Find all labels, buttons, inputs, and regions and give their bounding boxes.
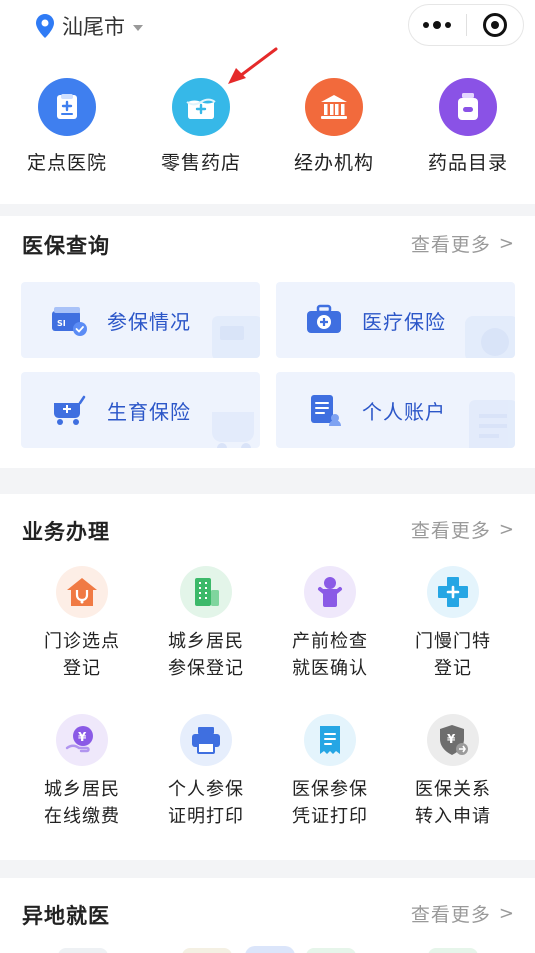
more-link-label: 查看更多 xyxy=(410,520,491,542)
partial-icon xyxy=(182,948,232,953)
medicine-bottle-icon xyxy=(439,78,497,136)
miniprogram-capsule xyxy=(408,4,524,46)
card-watermark-icon xyxy=(212,412,254,448)
close-miniprogram-button[interactable] xyxy=(466,4,523,46)
quick-nav-label: 药品目录 xyxy=(427,152,508,174)
svg-text:¥: ¥ xyxy=(78,730,87,744)
quick-nav: 定点医院 零售药店 经办机构 药品目录 xyxy=(0,47,535,204)
service-label: 城乡居民 参保登记 xyxy=(168,631,244,679)
target-close-icon xyxy=(482,13,507,37)
service-label: 产前检查 就医确认 xyxy=(292,631,368,679)
quick-nav-institution[interactable]: 经办机构 xyxy=(269,78,399,175)
service-transfer-application[interactable]: ¥ 医保关系 转入申请 xyxy=(391,714,515,830)
service-clinic-registration[interactable]: 门诊选点 登记 xyxy=(20,566,144,682)
medical-kit-icon xyxy=(304,300,344,340)
partial-icon xyxy=(58,948,108,953)
more-menu-button[interactable] xyxy=(409,4,466,46)
more-dot-icon xyxy=(445,22,452,28)
chevron-right-icon: > xyxy=(498,903,515,924)
baby-icon xyxy=(304,566,356,618)
remote-more-link[interactable]: 查看更多 > xyxy=(411,900,515,927)
card-watermark-icon xyxy=(465,316,515,358)
card-medical-insurance[interactable]: 医疗保险 xyxy=(276,282,515,358)
section-title: 医保查询 xyxy=(22,234,110,258)
service-label: 门慢门特 登记 xyxy=(415,631,491,679)
receipt-icon xyxy=(304,714,356,766)
business-section: 业务办理 查看更多 > 门诊选点 登记 城乡居民 参保登记 产前检查 就医确认 … xyxy=(0,494,535,860)
more-dot-icon xyxy=(433,21,442,29)
card-watermark-icon xyxy=(469,400,515,448)
quick-nav-label: 经办机构 xyxy=(293,152,374,174)
quick-nav-pharmacy[interactable]: 零售药店 xyxy=(136,78,266,175)
hospital-icon xyxy=(38,78,96,136)
quick-nav-label: 零售药店 xyxy=(160,152,241,174)
card-label: 医疗保险 xyxy=(362,309,446,334)
svg-text:SI: SI xyxy=(57,319,66,328)
business-more-link[interactable]: 查看更多 > xyxy=(411,516,515,543)
quick-nav-label: 定点医院 xyxy=(26,152,107,174)
section-title: 异地就医 xyxy=(22,904,110,928)
service-insurance-certificate-print[interactable]: 个人参保 证明打印 xyxy=(144,714,268,830)
section-title: 业务办理 xyxy=(22,520,110,544)
location-pin-icon xyxy=(36,14,54,38)
svg-text:¥: ¥ xyxy=(447,732,456,746)
quick-nav-hospital[interactable]: 定点医院 xyxy=(2,78,132,175)
service-label: 医保关系 转入申请 xyxy=(415,779,491,827)
chevron-right-icon: > xyxy=(498,519,515,540)
cross-icon xyxy=(427,566,479,618)
partial-icon xyxy=(428,948,478,953)
query-section: 医保查询 查看更多 > SI 参保情况 医疗保险 生育保险 个人账户 xyxy=(0,216,535,468)
stroller-icon xyxy=(49,390,89,430)
insured-card-icon: SI xyxy=(49,300,89,340)
building-icon xyxy=(180,566,232,618)
card-watermark-icon xyxy=(212,316,260,358)
card-label: 参保情况 xyxy=(107,309,191,334)
quick-nav-medicine-catalog[interactable]: 药品目录 xyxy=(403,78,533,175)
partial-icon xyxy=(306,948,356,953)
yuan-hand-icon: ¥ xyxy=(56,714,108,766)
service-resident-enrollment[interactable]: 城乡居民 参保登记 xyxy=(144,566,268,682)
card-maternity-insurance[interactable]: 生育保险 xyxy=(21,372,260,448)
partial-icon xyxy=(245,946,295,953)
city-selector[interactable]: 汕尾市 xyxy=(36,11,143,41)
clinic-house-icon xyxy=(56,566,108,618)
card-label: 生育保险 xyxy=(107,399,191,424)
chevron-down-icon xyxy=(133,24,143,31)
printer-icon xyxy=(180,714,232,766)
institution-icon xyxy=(305,78,363,136)
remote-section: 异地就医 查看更多 > xyxy=(0,878,535,953)
more-dot-icon xyxy=(423,22,430,28)
city-name: 汕尾市 xyxy=(62,15,125,39)
service-label: 个人参保 证明打印 xyxy=(168,779,244,827)
card-insured-status[interactable]: SI 参保情况 xyxy=(21,282,260,358)
pharmacy-icon xyxy=(172,78,230,136)
annotation-arrow-icon xyxy=(228,47,278,84)
account-document-icon xyxy=(304,390,344,430)
card-label: 个人账户 xyxy=(362,399,446,424)
service-resident-payment[interactable]: ¥ 城乡居民 在线缴费 xyxy=(20,714,144,830)
query-more-link[interactable]: 查看更多 > xyxy=(411,230,515,257)
chevron-right-icon: > xyxy=(498,233,515,254)
card-personal-account[interactable]: 个人账户 xyxy=(276,372,515,448)
remote-icon-row-partial xyxy=(0,946,535,953)
service-chronic-disease-registration[interactable]: 门慢门特 登记 xyxy=(391,566,515,682)
more-link-label: 查看更多 xyxy=(410,904,491,926)
more-link-label: 查看更多 xyxy=(410,234,491,256)
service-label: 城乡居民 在线缴费 xyxy=(44,779,120,827)
service-voucher-print[interactable]: 医保参保 凭证打印 xyxy=(268,714,392,830)
service-label: 门诊选点 登记 xyxy=(44,631,120,679)
service-label: 医保参保 凭证打印 xyxy=(292,779,368,827)
shield-yuan-icon: ¥ xyxy=(427,714,479,766)
service-prenatal-confirmation[interactable]: 产前检查 就医确认 xyxy=(268,566,392,682)
